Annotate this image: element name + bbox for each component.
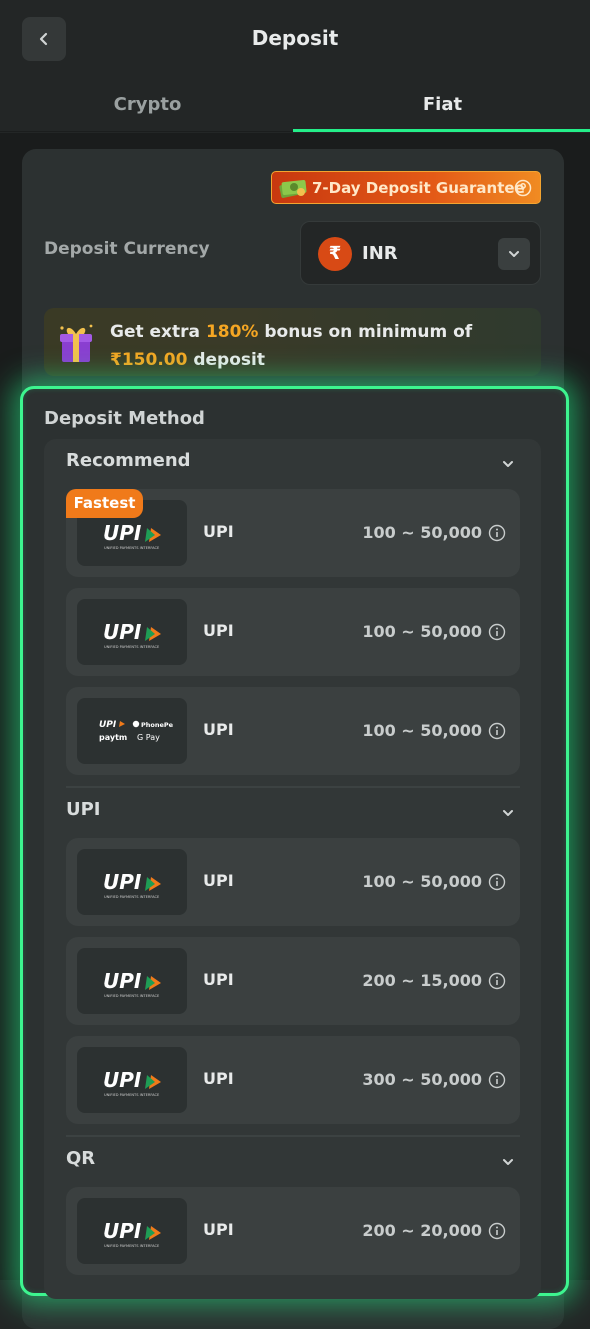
tab-bar: Crypto Fiat	[0, 80, 590, 132]
gift-icon	[60, 324, 93, 362]
group-title: Recommend	[66, 450, 191, 471]
payment-method-item[interactable]: UPI UNIFIED PAYMENTS INTERFACE UPI 300 ~…	[66, 1036, 520, 1124]
group-divider	[66, 1135, 520, 1137]
deposit-currency-label: Deposit Currency	[44, 239, 210, 259]
header: Deposit	[0, 0, 590, 80]
group-header-qr[interactable]: QR	[66, 1148, 520, 1178]
bonus-middle: bonus on minimum of	[258, 322, 473, 342]
group-title: UPI	[66, 799, 101, 820]
group-header-upi[interactable]: UPI	[66, 799, 520, 829]
info-icon[interactable]	[488, 1071, 506, 1089]
payment-method-item[interactable]: UPI PhonePe paytm G Pay UPI 100 ~ 50,000	[66, 687, 520, 775]
rupee-icon: ₹	[318, 237, 352, 271]
info-icon[interactable]	[488, 1222, 506, 1240]
svg-text:UNIFIED PAYMENTS INTERFACE: UNIFIED PAYMENTS INTERFACE	[104, 1093, 160, 1097]
upi-logo: UPI UNIFIED PAYMENTS INTERFACE	[77, 599, 187, 665]
svg-text:UPI: UPI	[103, 870, 142, 894]
chevron-down-icon	[503, 461, 513, 467]
currency-dropdown-button[interactable]	[498, 238, 530, 270]
help-circle-icon[interactable]	[514, 179, 532, 197]
bonus-banner: Get extra 180% bonus on minimum of ₹150.…	[44, 308, 541, 376]
svg-text:UPI: UPI	[103, 1068, 142, 1092]
multi-payment-logo-icon: UPI PhonePe paytm G Pay	[99, 720, 174, 742]
method-name: UPI	[203, 871, 234, 890]
group-title: QR	[66, 1148, 96, 1169]
svg-text:UPI: UPI	[103, 969, 142, 993]
svg-text:UPI: UPI	[99, 720, 117, 730]
tab-fiat[interactable]: Fiat	[295, 80, 590, 132]
upi-logo-icon: UPI UNIFIED PAYMENTS INTERFACE	[103, 969, 161, 998]
upi-logo-icon: UPI UNIFIED PAYMENTS INTERFACE	[103, 1219, 161, 1248]
method-name: UPI	[203, 1220, 234, 1239]
method-range: 200 ~ 20,000	[362, 1221, 482, 1240]
active-tab-indicator	[293, 129, 590, 132]
method-range: 100 ~ 50,000	[362, 872, 482, 891]
method-range: 100 ~ 50,000	[362, 622, 482, 641]
currency-code: INR	[362, 243, 398, 264]
info-icon[interactable]	[488, 524, 506, 542]
payment-method-item[interactable]: UPI UNIFIED PAYMENTS INTERFACE UPI 200 ~…	[66, 937, 520, 1025]
svg-text:G Pay: G Pay	[137, 733, 160, 742]
payment-method-item[interactable]: UPI UNIFIED PAYMENTS INTERFACE UPI 100 ~…	[66, 588, 520, 676]
svg-text:UNIFIED PAYMENTS INTERFACE: UNIFIED PAYMENTS INTERFACE	[104, 895, 160, 899]
fastest-tag: Fastest	[66, 489, 143, 518]
bonus-prefix: Get extra	[110, 322, 206, 342]
svg-text:UPI: UPI	[103, 521, 142, 545]
upi-logo: UPI UNIFIED PAYMENTS INTERFACE	[77, 948, 187, 1014]
payment-method-item[interactable]: UPI UNIFIED PAYMENTS INTERFACE UPI 200 ~…	[66, 1187, 520, 1275]
group-header-recommend[interactable]: Recommend	[66, 450, 520, 480]
deposit-method-title: Deposit Method	[44, 408, 205, 429]
bonus-suffix: deposit	[187, 350, 265, 370]
svg-text:UNIFIED PAYMENTS INTERFACE: UNIFIED PAYMENTS INTERFACE	[104, 1244, 160, 1248]
method-name: UPI	[203, 720, 234, 739]
upi-logo: UPI UNIFIED PAYMENTS INTERFACE	[77, 849, 187, 915]
svg-text:paytm: paytm	[99, 733, 127, 742]
svg-text:UPI: UPI	[103, 1219, 142, 1243]
chevron-down-icon	[503, 1159, 513, 1165]
bonus-amount: ₹150.00	[110, 350, 188, 370]
info-icon[interactable]	[488, 972, 506, 990]
chevron-down-icon	[503, 810, 513, 816]
info-icon[interactable]	[488, 873, 506, 891]
svg-text:UPI: UPI	[103, 620, 142, 644]
svg-text:UNIFIED PAYMENTS INTERFACE: UNIFIED PAYMENTS INTERFACE	[104, 645, 160, 649]
money-stack-icon	[279, 179, 307, 198]
method-range: 100 ~ 50,000	[362, 721, 482, 740]
upi-logo: UPI UNIFIED PAYMENTS INTERFACE	[77, 1198, 187, 1264]
method-name: UPI	[203, 1069, 234, 1088]
info-icon[interactable]	[488, 623, 506, 641]
svg-text:UNIFIED PAYMENTS INTERFACE: UNIFIED PAYMENTS INTERFACE	[104, 994, 160, 998]
method-name: UPI	[203, 970, 234, 989]
chevron-down-icon	[509, 251, 519, 257]
upi-logo: UPI UNIFIED PAYMENTS INTERFACE	[77, 1047, 187, 1113]
deposit-guarantee-badge[interactable]: 7-Day Deposit Guarantee	[271, 171, 541, 204]
method-name: UPI	[203, 522, 234, 541]
group-divider	[66, 786, 520, 788]
payment-method-item[interactable]: UPI UNIFIED PAYMENTS INTERFACE UPI 100 ~…	[66, 838, 520, 926]
guarantee-label: 7-Day Deposit Guarantee	[312, 178, 525, 197]
tab-crypto[interactable]: Crypto	[0, 80, 295, 132]
svg-text:PhonePe: PhonePe	[141, 721, 174, 729]
method-range: 300 ~ 50,000	[362, 1070, 482, 1089]
bonus-text: Get extra 180% bonus on minimum of ₹150.…	[110, 318, 530, 374]
method-name: UPI	[203, 621, 234, 640]
multi-payment-logo: UPI PhonePe paytm G Pay	[77, 698, 187, 764]
page-title: Deposit	[251, 26, 339, 50]
svg-text:UNIFIED PAYMENTS INTERFACE: UNIFIED PAYMENTS INTERFACE	[104, 546, 160, 550]
bonus-percent: 180%	[205, 322, 259, 342]
upi-logo-icon: UPI UNIFIED PAYMENTS INTERFACE	[103, 870, 161, 899]
method-range: 100 ~ 50,000	[362, 523, 482, 542]
info-icon[interactable]	[488, 722, 506, 740]
upi-logo-icon: UPI UNIFIED PAYMENTS INTERFACE	[103, 620, 161, 649]
upi-logo-icon: UPI UNIFIED PAYMENTS INTERFACE	[103, 1068, 161, 1097]
method-range: 200 ~ 15,000	[362, 971, 482, 990]
currency-select[interactable]: ₹ INR	[300, 221, 541, 285]
